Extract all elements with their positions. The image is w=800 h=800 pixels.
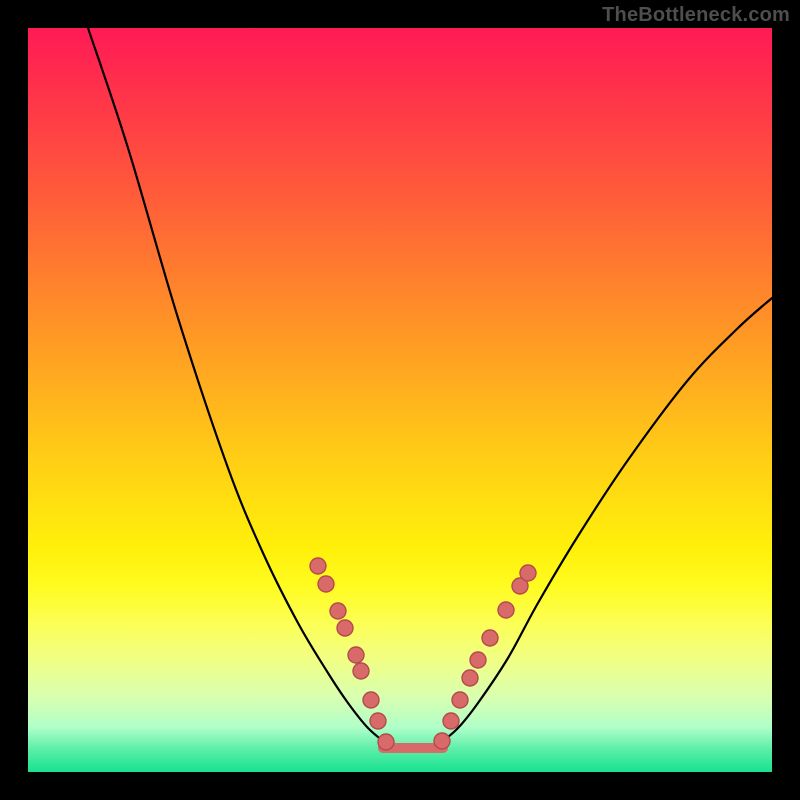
marker-group xyxy=(310,558,536,750)
data-marker xyxy=(348,647,364,663)
right-curve xyxy=(438,298,772,745)
data-marker xyxy=(353,663,369,679)
data-marker xyxy=(318,576,334,592)
data-marker xyxy=(310,558,326,574)
data-marker xyxy=(434,733,450,749)
plot-area xyxy=(28,28,772,772)
data-marker xyxy=(520,565,536,581)
data-marker xyxy=(498,602,514,618)
data-marker xyxy=(370,713,386,729)
data-marker xyxy=(443,713,459,729)
data-marker xyxy=(337,620,353,636)
data-marker xyxy=(470,652,486,668)
chart-frame: TheBottleneck.com xyxy=(0,0,800,800)
data-marker xyxy=(452,692,468,708)
data-marker xyxy=(363,692,379,708)
left-curve xyxy=(88,28,388,745)
curve-layer xyxy=(28,28,772,772)
data-marker xyxy=(378,734,394,750)
data-marker xyxy=(462,670,478,686)
data-marker xyxy=(330,603,346,619)
data-marker xyxy=(482,630,498,646)
watermark-text: TheBottleneck.com xyxy=(602,4,790,27)
